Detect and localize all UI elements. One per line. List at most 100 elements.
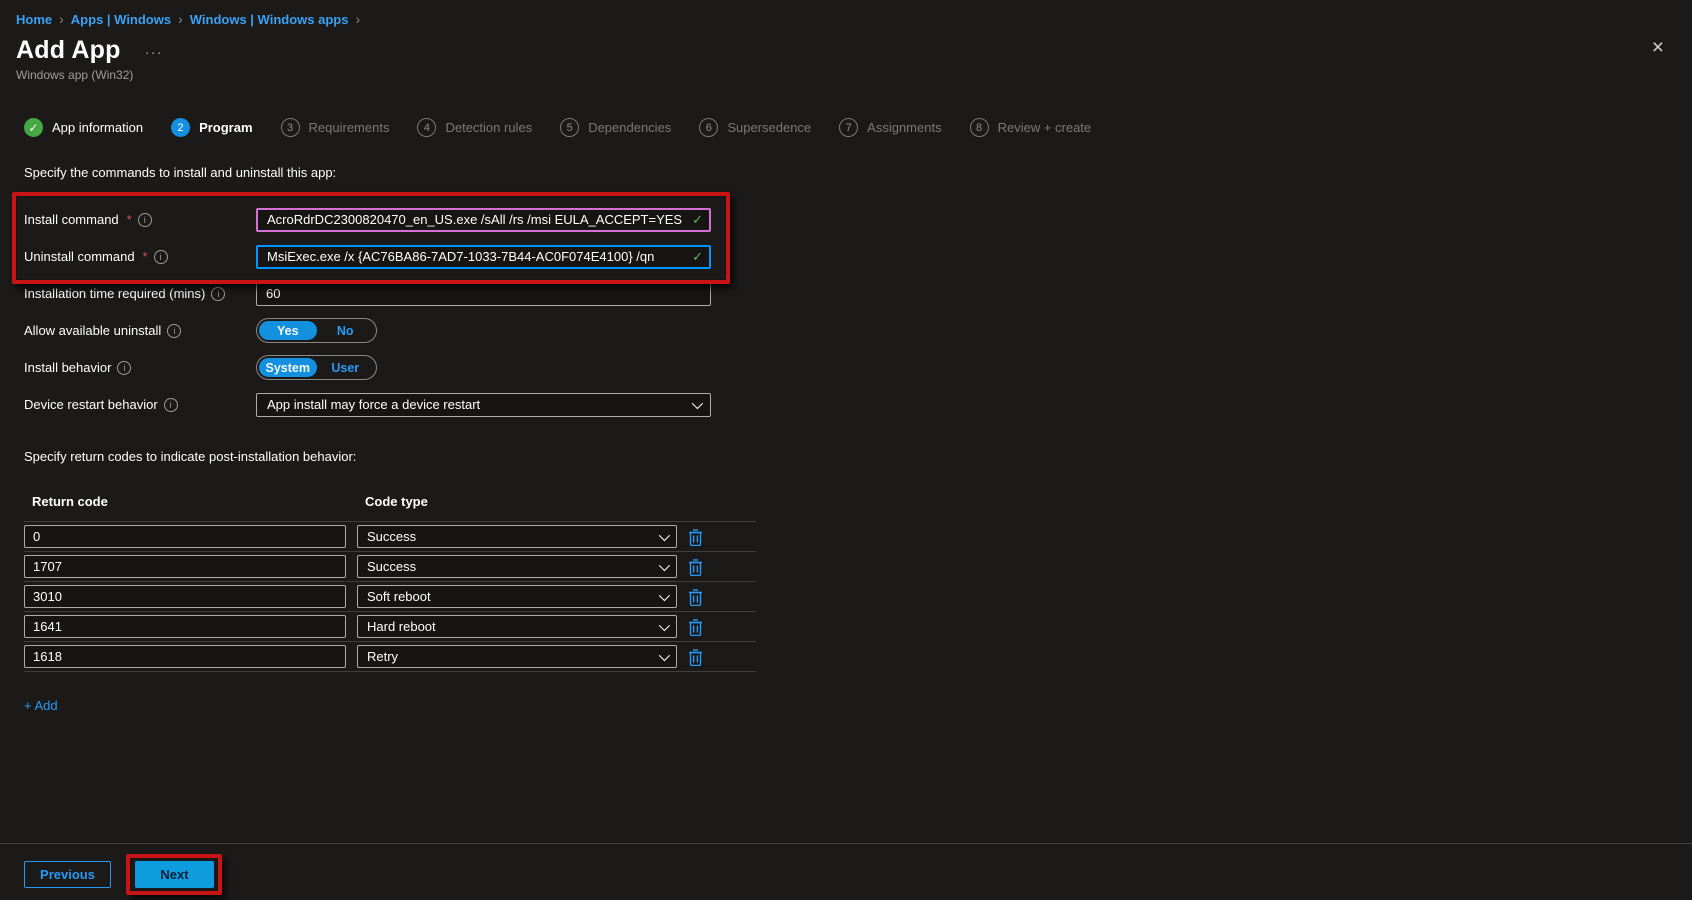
return-code-input[interactable]	[24, 645, 346, 668]
delete-row-button[interactable]	[688, 528, 703, 546]
trash-icon	[688, 528, 703, 546]
restart-behavior-label: Device restart behavior	[24, 397, 158, 412]
step-program[interactable]: 2 Program	[171, 118, 252, 137]
info-icon[interactable]: i	[211, 287, 225, 301]
info-icon[interactable]: i	[167, 324, 181, 338]
chevron-down-icon	[659, 529, 670, 540]
step-app-information[interactable]: ✓ App information	[24, 118, 143, 137]
commands-section-heading: Specify the commands to install and unin…	[24, 165, 1692, 180]
info-icon[interactable]: i	[154, 250, 168, 264]
step-done-check-icon: ✓	[24, 118, 43, 137]
step-label: Assignments	[867, 120, 941, 135]
step-number: 5	[560, 118, 579, 137]
code-type-value: Soft reboot	[367, 589, 431, 604]
required-asterisk: *	[127, 212, 132, 227]
close-icon[interactable]: ×	[1652, 38, 1664, 58]
delete-row-button[interactable]	[688, 558, 703, 576]
code-type-value: Retry	[367, 649, 398, 664]
trash-icon	[688, 618, 703, 636]
restart-behavior-dropdown[interactable]: App install may force a device restart	[256, 393, 711, 417]
next-button[interactable]: Next	[135, 861, 214, 888]
add-return-code-link[interactable]: + Add	[24, 698, 1692, 713]
delete-row-button[interactable]	[688, 648, 703, 666]
step-label: Detection rules	[445, 120, 532, 135]
step-review-create: 8 Review + create	[970, 118, 1092, 137]
allow-uninstall-no[interactable]: No	[317, 321, 375, 340]
uninstall-command-input[interactable]	[256, 245, 711, 269]
trash-icon	[688, 588, 703, 606]
restart-behavior-row: Device restart behavior i App install ma…	[24, 386, 1692, 423]
chevron-down-icon	[659, 619, 670, 630]
install-time-row: Installation time required (mins) i	[24, 275, 1692, 312]
step-label: Requirements	[309, 120, 390, 135]
return-code-input[interactable]	[24, 555, 346, 578]
breadcrumb-apps-windows[interactable]: Apps | Windows	[71, 12, 171, 27]
allow-uninstall-label: Allow available uninstall	[24, 323, 161, 338]
step-number: 2	[171, 118, 190, 137]
install-command-input[interactable]	[256, 208, 711, 232]
step-number: 8	[970, 118, 989, 137]
delete-row-button[interactable]	[688, 618, 703, 636]
install-behavior-system[interactable]: System	[259, 358, 317, 377]
return-code-row: Retry	[24, 642, 756, 671]
step-number: 6	[699, 118, 718, 137]
return-code-input[interactable]	[24, 525, 346, 548]
allow-uninstall-yes[interactable]: Yes	[259, 321, 317, 340]
step-label: Review + create	[998, 120, 1092, 135]
page-title: Add App	[16, 36, 121, 65]
info-icon[interactable]: i	[138, 213, 152, 227]
install-behavior-label: Install behavior	[24, 360, 111, 375]
install-command-row: Install command* i ✓	[24, 201, 1692, 238]
code-type-column-header: Code type	[365, 494, 428, 509]
breadcrumb-chevron-icon: ›	[178, 11, 183, 27]
code-type-dropdown[interactable]: Retry	[357, 645, 677, 668]
code-type-dropdown[interactable]: Hard reboot	[357, 615, 677, 638]
allow-uninstall-toggle: Yes No	[256, 318, 377, 343]
return-code-input[interactable]	[24, 615, 346, 638]
uninstall-command-row: Uninstall command* i ✓	[24, 238, 1692, 275]
step-label: Dependencies	[588, 120, 671, 135]
return-codes-table: Return code Code type Success Success	[24, 486, 756, 672]
info-icon[interactable]: i	[117, 361, 131, 375]
code-type-value: Hard reboot	[367, 619, 436, 634]
code-type-value: Success	[367, 559, 416, 574]
step-label: App information	[52, 120, 143, 135]
wizard-steps: ✓ App information 2 Program 3 Requiremen…	[24, 118, 1692, 137]
install-behavior-row: Install behavior i System User	[24, 349, 1692, 386]
step-requirements: 3 Requirements	[281, 118, 390, 137]
info-icon[interactable]: i	[164, 398, 178, 412]
chevron-down-icon	[659, 589, 670, 600]
previous-button[interactable]: Previous	[24, 861, 111, 888]
chevron-down-icon	[659, 649, 670, 660]
code-type-dropdown[interactable]: Success	[357, 525, 677, 548]
step-number: 7	[839, 118, 858, 137]
trash-icon	[688, 648, 703, 666]
return-code-row: Success	[24, 522, 756, 551]
delete-row-button[interactable]	[688, 588, 703, 606]
restart-behavior-value: App install may force a device restart	[267, 397, 480, 412]
table-divider	[24, 671, 756, 672]
chevron-down-icon	[692, 397, 703, 408]
code-type-dropdown[interactable]: Success	[357, 555, 677, 578]
breadcrumb-windows-apps[interactable]: Windows | Windows apps	[190, 12, 349, 27]
breadcrumb-home[interactable]: Home	[16, 12, 52, 27]
step-detection-rules: 4 Detection rules	[417, 118, 532, 137]
install-behavior-user[interactable]: User	[317, 358, 375, 377]
overflow-menu-button[interactable]: ···	[145, 44, 163, 61]
step-label: Program	[199, 120, 252, 135]
step-number: 4	[417, 118, 436, 137]
code-type-dropdown[interactable]: Soft reboot	[357, 585, 677, 608]
return-code-column-header: Return code	[32, 494, 365, 509]
allow-uninstall-row: Allow available uninstall i Yes No	[24, 312, 1692, 349]
wizard-footer: Previous Next	[0, 843, 1692, 888]
return-code-input[interactable]	[24, 585, 346, 608]
install-time-input[interactable]	[256, 282, 711, 306]
step-number: 3	[281, 118, 300, 137]
install-time-label: Installation time required (mins)	[24, 286, 205, 301]
page-subtitle: Windows app (Win32)	[16, 68, 1692, 82]
required-asterisk: *	[143, 249, 148, 264]
return-codes-heading: Specify return codes to indicate post-in…	[24, 449, 1692, 464]
code-type-value: Success	[367, 529, 416, 544]
step-supersedence: 6 Supersedence	[699, 118, 811, 137]
breadcrumb: Home › Apps | Windows › Windows | Window…	[0, 0, 1692, 27]
